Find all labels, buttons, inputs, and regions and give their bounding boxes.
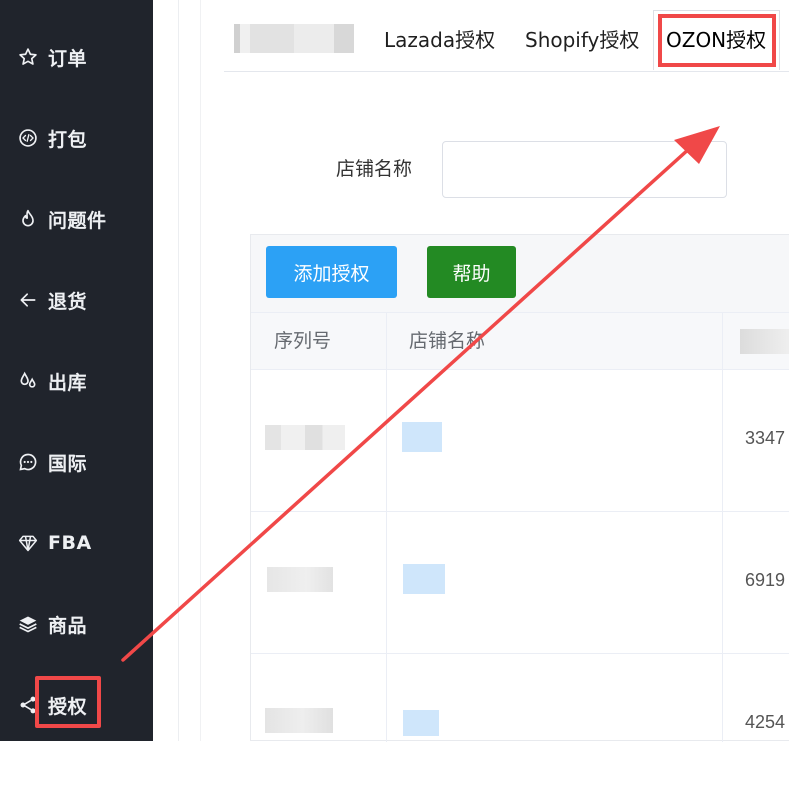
table-row[interactable]: 4254 xyxy=(251,654,789,796)
star-icon xyxy=(17,46,39,68)
layers-icon xyxy=(17,613,39,635)
drops-icon xyxy=(17,370,39,392)
row-id-partial: 4254 xyxy=(745,712,786,732)
arrow-left-icon xyxy=(17,289,39,311)
sidebar-item-returns[interactable]: 退货 xyxy=(0,280,153,320)
divider xyxy=(200,0,201,741)
sidebar-item-label: 问题件 xyxy=(48,209,107,232)
table-row[interactable]: 3347 xyxy=(251,370,789,512)
flame-icon xyxy=(17,208,39,230)
help-button[interactable]: 帮助 xyxy=(427,246,516,298)
sidebar-item-label: 出库 xyxy=(48,371,88,394)
shop-link-redacted[interactable] xyxy=(403,710,439,736)
column-header-redacted xyxy=(740,329,789,354)
auth-table-panel: 添加授权 帮助 序列号 店铺名称 3347 6919 4254 xyxy=(250,234,789,742)
divider xyxy=(178,0,179,741)
active-item-highlight xyxy=(35,676,101,728)
row-id-partial: 3347 xyxy=(745,428,786,448)
shop-name-label: 店铺名称 xyxy=(336,158,413,180)
sidebar-item-fba[interactable]: FBA xyxy=(0,523,153,563)
tab-ozon-highlight xyxy=(658,14,776,67)
shop-link-redacted[interactable] xyxy=(402,422,442,452)
column-header-shop-name: 店铺名称 xyxy=(409,330,486,352)
tab-shopify[interactable]: Shopify授权 xyxy=(525,20,639,60)
code-circle-icon xyxy=(17,127,39,149)
serial-redacted xyxy=(267,567,333,592)
sidebar: 订单 打包 问题件 退货 出库 国际 FBA 商品 授权 xyxy=(0,0,153,741)
column-header-serial: 序列号 xyxy=(274,330,332,352)
table-toolbar: 添加授权 帮助 xyxy=(251,235,789,312)
sidebar-item-label: 打包 xyxy=(48,128,88,151)
gutter xyxy=(153,0,179,741)
sidebar-item-problem[interactable]: 问题件 xyxy=(0,199,153,239)
sidebar-item-label: FBA xyxy=(48,532,92,554)
tab-lazada[interactable]: Lazada授权 xyxy=(384,20,495,60)
serial-redacted xyxy=(265,425,345,450)
tab-bar: Lazada授权 Shopify授权 OZON授权 xyxy=(224,0,789,72)
sidebar-item-outbound[interactable]: 出库 xyxy=(0,361,153,401)
serial-redacted xyxy=(265,708,333,733)
row-id-partial: 6919 xyxy=(745,570,786,590)
shop-link-redacted[interactable] xyxy=(403,564,445,594)
sidebar-item-packing[interactable]: 打包 xyxy=(0,118,153,158)
shop-name-input[interactable] xyxy=(442,141,727,198)
sidebar-item-label: 商品 xyxy=(48,614,88,637)
sidebar-item-label: 退货 xyxy=(48,290,88,313)
tab-redacted[interactable] xyxy=(234,24,354,53)
sidebar-item-products[interactable]: 商品 xyxy=(0,604,153,644)
sidebar-item-label: 国际 xyxy=(48,452,88,475)
chat-dots-icon xyxy=(17,451,39,473)
sidebar-item-orders[interactable]: 订单 xyxy=(0,37,153,77)
diamond-icon xyxy=(17,532,39,554)
table-row[interactable]: 6919 xyxy=(251,512,789,654)
table-header: 序列号 店铺名称 xyxy=(251,312,789,370)
sidebar-item-label: 订单 xyxy=(48,47,88,70)
add-authorization-button[interactable]: 添加授权 xyxy=(266,246,397,298)
sidebar-item-international[interactable]: 国际 xyxy=(0,442,153,482)
